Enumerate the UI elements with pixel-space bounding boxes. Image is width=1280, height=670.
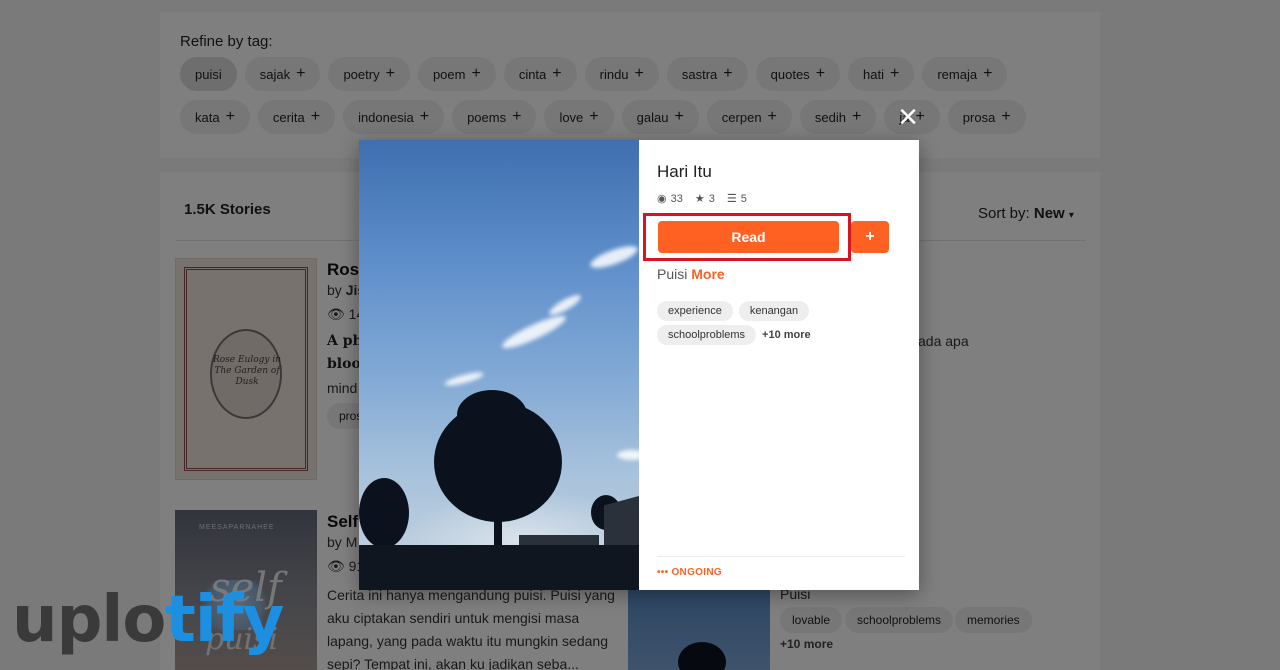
tag-kenangan[interactable]: kenangan <box>738 301 810 321</box>
more-link[interactable]: More <box>691 266 724 282</box>
cloud <box>499 310 569 354</box>
tree-canopy <box>457 390 527 440</box>
status-badge: ••• ONGOING <box>657 567 722 578</box>
star-icon: ★ <box>694 193 705 205</box>
story-stats: ◉ 33 ★ 3 ☰ 5 <box>657 192 747 206</box>
tag-experience[interactable]: experience <box>657 301 733 321</box>
add-to-library-button[interactable]: + <box>851 221 889 253</box>
list-icon: ☰ <box>726 193 737 205</box>
story-title[interactable]: Hari Itu <box>657 162 712 182</box>
eye-icon: ◉ <box>657 193 667 205</box>
story-tags: experience kenangan schoolproblems +10 m… <box>657 301 897 345</box>
tag-schoolproblems[interactable]: schoolproblems <box>657 325 757 345</box>
cloud <box>443 369 485 389</box>
close-icon[interactable]: × <box>893 100 923 134</box>
votes-stat: ★ 3 <box>694 192 715 206</box>
story-info: Hari Itu ◉ 33 ★ 3 ☰ 5 Read + Puisi More exp… <box>639 140 919 590</box>
reads-stat: ◉ 33 <box>657 192 683 206</box>
watermark-logo: uplotify <box>12 583 284 657</box>
ground <box>359 545 639 590</box>
more-tags-link[interactable]: +10 more <box>762 329 811 341</box>
story-cover-image[interactable] <box>359 140 639 590</box>
story-category: Puisi More <box>657 266 725 282</box>
read-button[interactable]: Read <box>658 221 839 253</box>
cloud <box>617 450 639 460</box>
cloud <box>546 291 584 319</box>
story-preview-modal: Hari Itu ◉ 33 ★ 3 ☰ 5 Read + Puisi More exp… <box>359 140 919 590</box>
parts-stat: ☰ 5 <box>726 192 747 206</box>
cloud <box>588 241 639 273</box>
tree-left <box>359 478 409 548</box>
footer-divider <box>657 556 905 557</box>
